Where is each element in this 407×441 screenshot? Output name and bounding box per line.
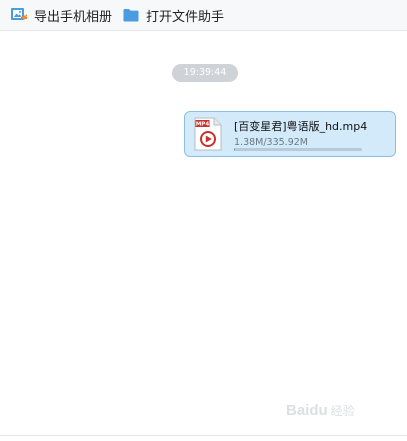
open-file-assistant-button[interactable]: 打开文件助手 (122, 3, 224, 27)
export-phone-album-label: 导出手机相册 (34, 9, 113, 25)
file-type-badge: MP4 (196, 122, 210, 128)
video-file-icon: MP4 (194, 117, 222, 151)
message-timestamp: 19:39:44 (172, 64, 238, 82)
baidu-watermark: Baidu 经验 (286, 398, 386, 422)
export-phone-album-button[interactable]: 导出手机相册 (10, 3, 112, 27)
transfer-progress-bar (234, 148, 362, 151)
file-message-bubble[interactable]: MP4 [百变星君]粤语版_hd.mp4 1.38M/335.92M (184, 111, 396, 157)
folder-icon (122, 6, 140, 24)
bottom-divider (0, 435, 407, 436)
watermark-sub: 经验 (330, 403, 355, 418)
export-album-icon (10, 6, 28, 24)
file-transfer-size: 1.38M/335.92M (234, 137, 308, 148)
transfer-progress-fill (234, 148, 235, 151)
file-name: [百变星君]粤语版_hd.mp4 (234, 120, 368, 133)
toolbar: 导出手机相册 打开文件助手 (0, 0, 407, 31)
watermark-text: Baidu (286, 401, 328, 419)
open-file-assistant-label: 打开文件助手 (146, 9, 225, 25)
